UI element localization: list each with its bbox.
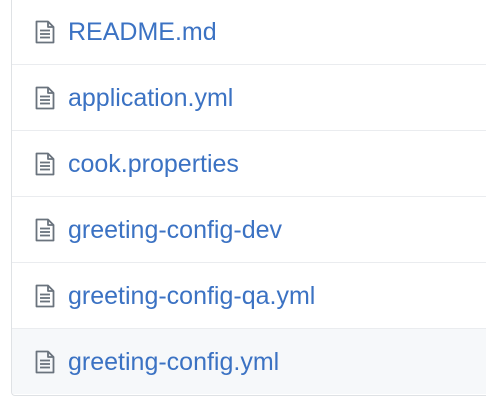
- file-row-application-yml[interactable]: application.yml: [12, 64, 486, 130]
- file-link[interactable]: greeting-config-qa.yml: [68, 281, 315, 311]
- file-text-icon: [33, 284, 57, 308]
- file-link[interactable]: README.md: [68, 17, 217, 47]
- file-text-icon: [33, 218, 57, 242]
- file-text-icon: [33, 20, 57, 44]
- file-row-readme[interactable]: README.md: [12, 0, 486, 64]
- file-row-cook-properties[interactable]: cook.properties: [12, 130, 486, 196]
- file-text-icon: [33, 152, 57, 176]
- file-text-icon: [33, 350, 57, 374]
- file-row-greeting-config-qa-yml[interactable]: greeting-config-qa.yml: [12, 262, 486, 328]
- file-row-greeting-config-dev[interactable]: greeting-config-dev: [12, 196, 486, 262]
- file-link[interactable]: application.yml: [68, 83, 233, 113]
- file-link[interactable]: cook.properties: [68, 149, 239, 179]
- file-link[interactable]: greeting-config.yml: [68, 347, 279, 377]
- file-list: README.md application.yml cook.propertie: [11, 0, 486, 396]
- file-row-greeting-config-yml[interactable]: greeting-config.yml: [12, 328, 486, 394]
- file-link[interactable]: greeting-config-dev: [68, 215, 282, 245]
- file-text-icon: [33, 86, 57, 110]
